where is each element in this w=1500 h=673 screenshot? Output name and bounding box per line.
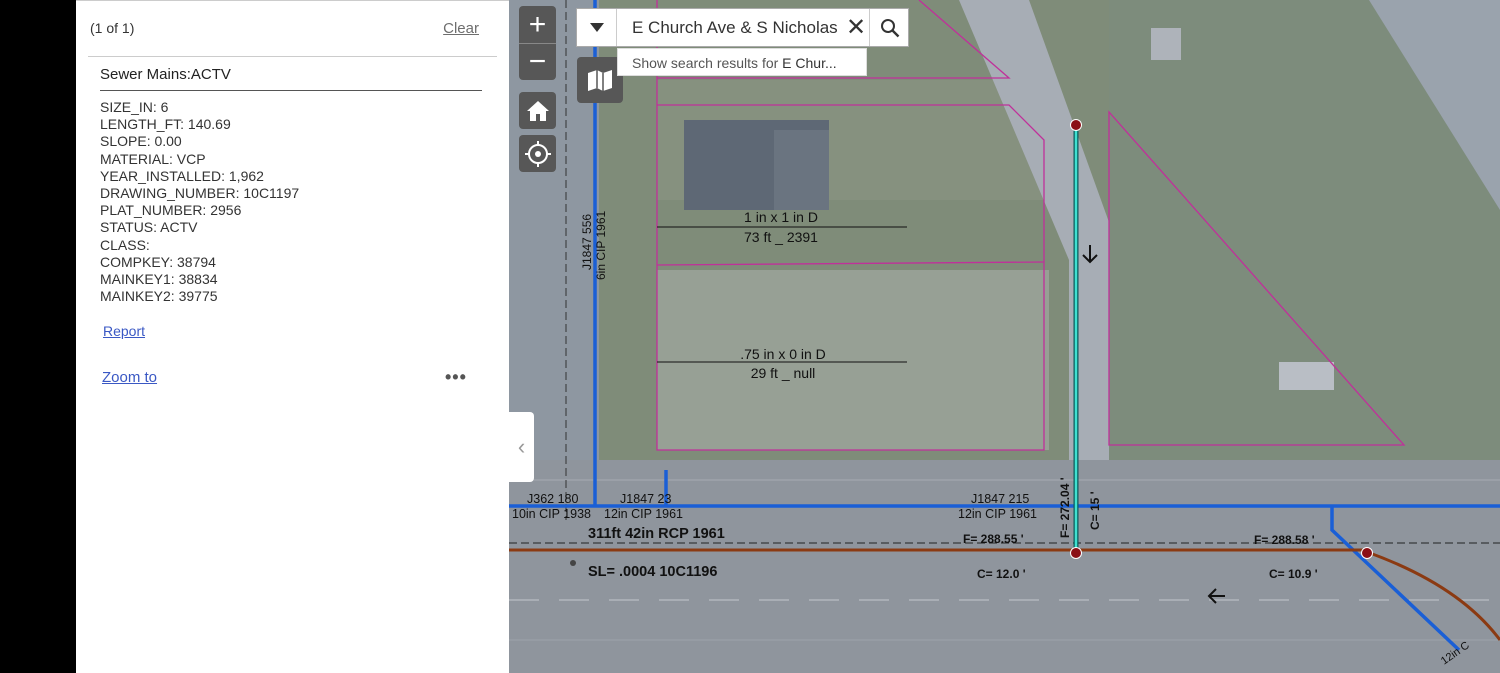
clear-search-icon[interactable]: ✕ [843, 11, 869, 44]
feature-count: (1 of 1) [90, 20, 135, 36]
search-icon [880, 18, 899, 37]
vertical-main-id: J1847 556 [580, 214, 594, 270]
attribute-plat-number: PLAT_NUMBER: 2956 [100, 202, 242, 219]
j362-id: J362 180 [527, 492, 578, 506]
small-structure [1151, 28, 1181, 60]
j1847-23-desc: 12in CIP 1961 [604, 507, 683, 521]
suggestion-term: E Chur... [782, 55, 837, 71]
house-roof-wing [774, 130, 829, 210]
home-icon [526, 100, 549, 121]
search-source-dropdown[interactable] [577, 9, 617, 46]
attribute-length-ft: LENGTH_FT: 140.69 [100, 116, 231, 133]
zoom-out-button[interactable]: − [519, 43, 556, 80]
cover-left: C= 12.0 ' [977, 567, 1026, 581]
zoom-to-link[interactable]: Zoom to [102, 369, 157, 386]
title-rule [100, 90, 482, 91]
flowline-vertical: F= 272.04 ' [1058, 477, 1072, 538]
zoom-in-button[interactable]: + [519, 6, 556, 43]
report-link[interactable]: Report [103, 323, 145, 339]
attribute-compkey: COMPKEY: 38794 [100, 253, 216, 270]
lot2-label-line2: 29 ft _ null [751, 365, 816, 381]
clear-button[interactable]: Clear [443, 20, 479, 37]
popup-header: (1 of 1) Clear [76, 1, 509, 56]
cover-right: C= 10.9 ' [1269, 567, 1318, 581]
chevron-down-icon [589, 23, 604, 32]
manhole-east[interactable] [1361, 547, 1373, 559]
vertical-main-desc: 6in CIP 1961 [594, 211, 608, 280]
map-canvas: 1 in x 1 in D 73 ft _ 2391 .75 in x 0 in… [509, 0, 1500, 673]
popup-title: Sewer Mains:ACTV [100, 66, 231, 83]
attribute-mainkey1: MAINKEY1: 38834 [100, 271, 218, 288]
lot-grass-lower [657, 270, 1049, 450]
feature-popup: (1 of 1) Clear Sewer Mains:ACTV SIZE_IN:… [76, 0, 509, 673]
header-divider [88, 56, 497, 57]
lot1-label-line1: 1 in x 1 in D [744, 209, 818, 225]
home-button[interactable] [519, 92, 556, 129]
search-input[interactable] [618, 9, 848, 46]
manhole-junction[interactable] [1070, 547, 1082, 559]
left-edge-bar [0, 0, 76, 673]
attribute-material: MATERIAL: VCP [100, 150, 206, 167]
search-widget: ✕ [576, 8, 909, 47]
manhole-north[interactable] [1070, 119, 1082, 131]
j1847-215-id: J1847 215 [971, 492, 1029, 506]
attribute-drawing-number: DRAWING_NUMBER: 10C1197 [100, 185, 300, 202]
attribute-list: SIZE_IN: 6 LENGTH_FT: 140.69 SLOPE: 0.00… [100, 99, 299, 305]
attribute-status: STATUS: ACTV [100, 219, 198, 236]
attribute-class: CLASS: [100, 236, 150, 253]
suggestion-prefix: Show search results for [632, 55, 783, 71]
search-suggestion[interactable]: Show search results for E Chur... [617, 48, 867, 76]
more-actions-button[interactable]: ••• [445, 367, 467, 388]
collapse-panel-button[interactable]: ‹ [509, 412, 534, 482]
j362-desc: 10in CIP 1938 [512, 507, 591, 521]
sewer-main-label: 311ft 42in RCP 1961 [588, 526, 725, 542]
sewer-slope-label: SL= .0004 10C1196 [588, 564, 717, 580]
search-button[interactable] [869, 9, 909, 46]
flowline-left: F= 288.55 ' [963, 532, 1024, 546]
attribute-year-installed: YEAR_INSTALLED: 1,962 [100, 167, 264, 184]
locate-button[interactable] [519, 135, 556, 172]
attribute-slope: SLOPE: 0.00 [100, 133, 182, 150]
locate-icon [524, 140, 551, 167]
cover-vertical: C= 15 ' [1088, 491, 1102, 530]
map-view[interactable]: 1 in x 1 in D 73 ft _ 2391 .75 in x 0 in… [509, 0, 1500, 673]
marker-dot [570, 560, 576, 566]
j1847-23-id: J1847 23 [620, 492, 671, 506]
attribute-size-in: SIZE_IN: 6 [100, 99, 169, 115]
lot2-label-line1: .75 in x 0 in D [740, 346, 826, 362]
attribute-mainkey2: MAINKEY2: 39775 [100, 288, 218, 305]
basemap-icon [588, 70, 612, 91]
j1847-215-desc: 12in CIP 1961 [958, 507, 1037, 521]
lot1-label-line2: 73 ft _ 2391 [744, 229, 818, 245]
shed [1279, 362, 1334, 390]
flowline-right: F= 288.58 ' [1254, 533, 1315, 547]
